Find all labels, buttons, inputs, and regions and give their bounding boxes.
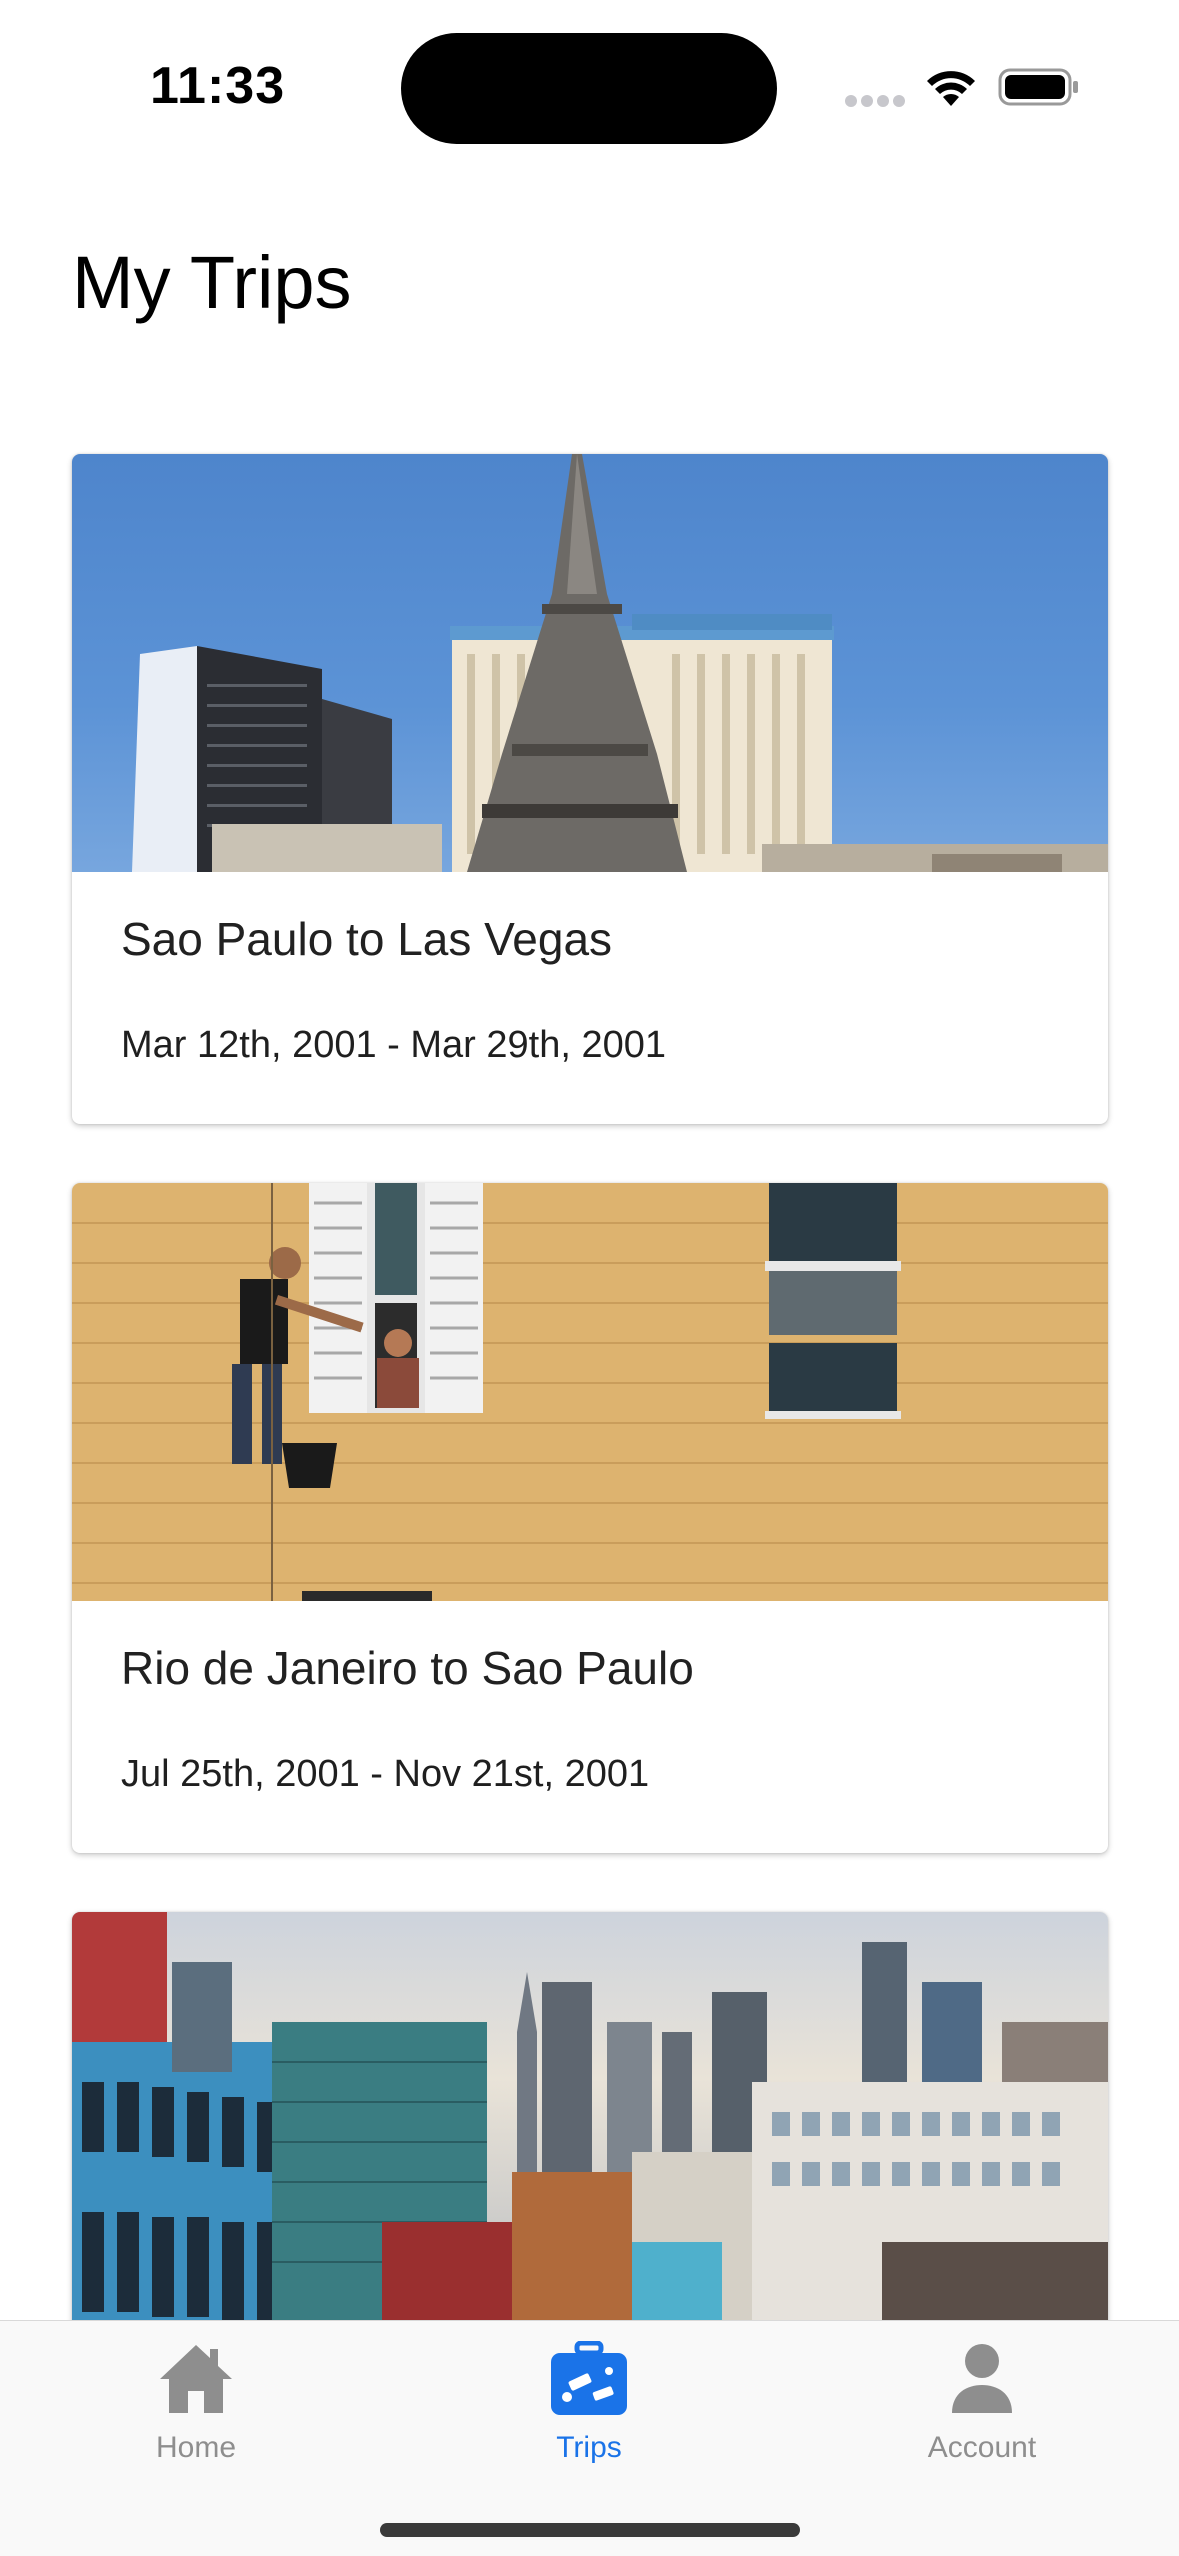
trip-card[interactable] — [72, 1912, 1108, 2332]
dynamic-island — [401, 33, 777, 144]
cellular-signal-icon — [845, 94, 909, 112]
tab-home[interactable]: Home — [76, 2341, 316, 2465]
tab-bar: Home Trips Account — [0, 2320, 1179, 2556]
screen: 11:33 My Trips Sao Paulo to Las Vegas Ma… — [0, 0, 1179, 2556]
tab-account[interactable]: Account — [862, 2341, 1102, 2465]
status-time: 11:33 — [150, 57, 286, 115]
trip-dates: Jul 25th, 2001 - Nov 21st, 2001 — [121, 1753, 650, 1795]
trip-title: Rio de Janeiro to Sao Paulo — [121, 1642, 694, 1694]
tab-account-label: Account — [927, 2431, 1037, 2464]
wifi-icon — [927, 71, 975, 106]
trip-image-city-skyline — [72, 1912, 1108, 2330]
tab-trips-label: Trips — [556, 2431, 622, 2464]
tab-trips[interactable]: Trips — [469, 2341, 709, 2465]
trip-card[interactable]: Sao Paulo to Las Vegas Mar 12th, 2001 - … — [72, 454, 1108, 1124]
tab-home-label: Home — [155, 2431, 237, 2464]
status-bar: 11:33 — [0, 0, 1179, 170]
battery-icon — [998, 68, 1078, 106]
home-indicator[interactable] — [380, 2523, 800, 2537]
trip-dates: Mar 12th, 2001 - Mar 29th, 2001 — [121, 1024, 666, 1066]
trip-image-las-vegas — [72, 454, 1108, 872]
home-icon — [160, 2345, 232, 2413]
trip-card[interactable]: Rio de Janeiro to Sao Paulo Jul 25th, 20… — [72, 1183, 1108, 1853]
person-icon — [952, 2344, 1012, 2413]
trip-title: Sao Paulo to Las Vegas — [121, 913, 613, 965]
page-title: My Trips — [72, 241, 352, 324]
trip-image-yellow-wall — [72, 1183, 1108, 1601]
suitcase-icon — [551, 2341, 627, 2415]
